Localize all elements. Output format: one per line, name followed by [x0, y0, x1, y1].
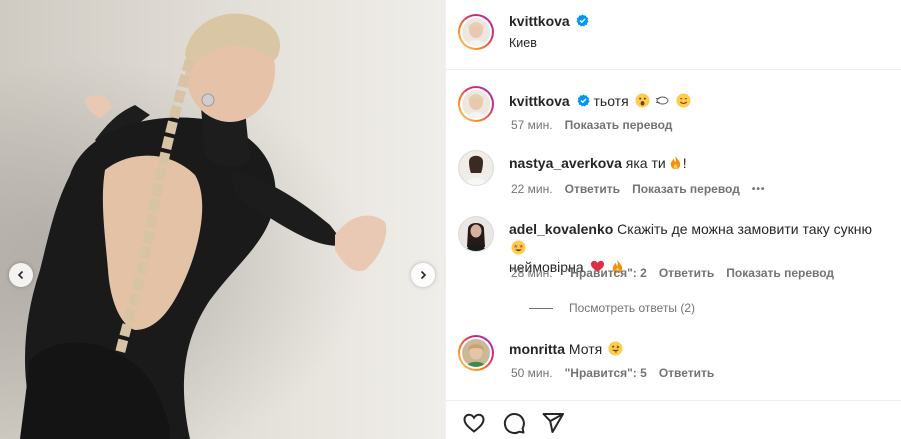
reply-link[interactable]: Ответить — [659, 266, 714, 280]
comment-avatar[interactable] — [458, 335, 494, 371]
avatar-photo-icon — [462, 90, 490, 118]
comment-meta: 22 мин. Ответить Показать перевод ••• — [511, 182, 777, 196]
photo-scene — [20, 13, 387, 439]
comment-time[interactable]: 50 мин. — [511, 366, 553, 380]
comment-meta: 28 мин. "Нравится": 2 Ответить Показать … — [511, 266, 846, 280]
view-replies-label[interactable]: Посмотреть ответы (2) — [569, 301, 695, 315]
tongue-out-emoji-icon — [608, 341, 623, 356]
fire-emoji-icon — [670, 155, 680, 170]
post-photo[interactable] — [0, 0, 445, 439]
smiling-face-emoji-icon — [676, 93, 691, 108]
comment-text-suffix: ! — [682, 155, 687, 171]
face-with-open-mouth-emoji-icon — [635, 93, 650, 108]
comment-avatar[interactable] — [458, 150, 494, 186]
reply-link[interactable]: Ответить — [565, 182, 620, 196]
comment-text: яка ти — [625, 155, 666, 171]
translate-link[interactable]: Показать перевод — [726, 266, 834, 280]
caption-text: тьотя — [593, 93, 629, 109]
comment-text: Мотя — [568, 341, 603, 357]
chevron-left-icon — [17, 270, 24, 280]
likes-count[interactable]: "Нравится": 5 — [565, 366, 647, 380]
comment-avatar[interactable] — [458, 216, 494, 252]
comment-meta: 50 мин. "Нравится": 5 Ответить — [511, 366, 726, 380]
verified-badge-icon — [577, 94, 590, 107]
avatar-photo-icon — [462, 18, 490, 46]
reply-link[interactable]: Ответить — [659, 366, 714, 380]
comment-text: Скажіть де можна замовити таку сукню — [617, 221, 873, 237]
avatar-photo-icon — [462, 339, 490, 367]
comment-time[interactable]: 28 мин. — [511, 266, 553, 280]
post-location[interactable]: Киев — [509, 36, 537, 50]
chevron-right-icon — [420, 270, 427, 280]
caption-avatar[interactable] — [458, 86, 494, 122]
caption-translate-link[interactable]: Показать перевод — [565, 118, 673, 132]
comment-text-row: nastya_averkova яка ти! — [509, 154, 687, 173]
previous-photo-button[interactable] — [9, 263, 33, 287]
star-struck-emoji-icon — [511, 240, 526, 255]
comment-username[interactable]: adel_kovalenko — [509, 221, 613, 237]
author-username[interactable]: kvittkova — [509, 13, 570, 29]
comment-username[interactable]: nastya_averkova — [509, 155, 622, 171]
like-heart-icon[interactable] — [462, 411, 486, 435]
post-header: kvittkova Киев — [446, 0, 901, 70]
likes-count[interactable]: "Нравится": 2 — [565, 266, 647, 280]
comment-time[interactable]: 22 мин. — [511, 182, 553, 196]
caption-time[interactable]: 57 мин. — [511, 118, 553, 132]
view-replies-button[interactable]: Посмотреть ответы (2) — [529, 301, 707, 315]
verified-badge-icon — [576, 14, 589, 27]
share-paper-plane-icon[interactable] — [541, 411, 565, 435]
translate-link[interactable]: Показать перевод — [632, 182, 740, 196]
comment-text-row: monritta Мотя — [509, 340, 623, 359]
next-photo-button[interactable] — [411, 263, 435, 287]
replies-line — [529, 307, 553, 309]
post-actions-bar — [446, 400, 901, 439]
caption-meta: 57 мин. Показать перевод — [511, 118, 684, 132]
post-side-panel: kvittkova Киев kvittkova тьотя 57 мин. П… — [446, 0, 901, 439]
more-options-icon[interactable]: ••• — [752, 184, 766, 195]
caption-username[interactable]: kvittkova — [509, 93, 570, 109]
comment-username[interactable]: monritta — [509, 341, 565, 357]
comment-bubble-icon[interactable] — [502, 411, 526, 435]
author-avatar[interactable] — [458, 14, 494, 50]
dashing-away-emoji-icon — [656, 96, 670, 105]
avatar-photo-icon — [459, 217, 493, 251]
caption-text-row: kvittkova тьотя — [509, 92, 691, 111]
avatar-photo-icon — [459, 151, 493, 185]
